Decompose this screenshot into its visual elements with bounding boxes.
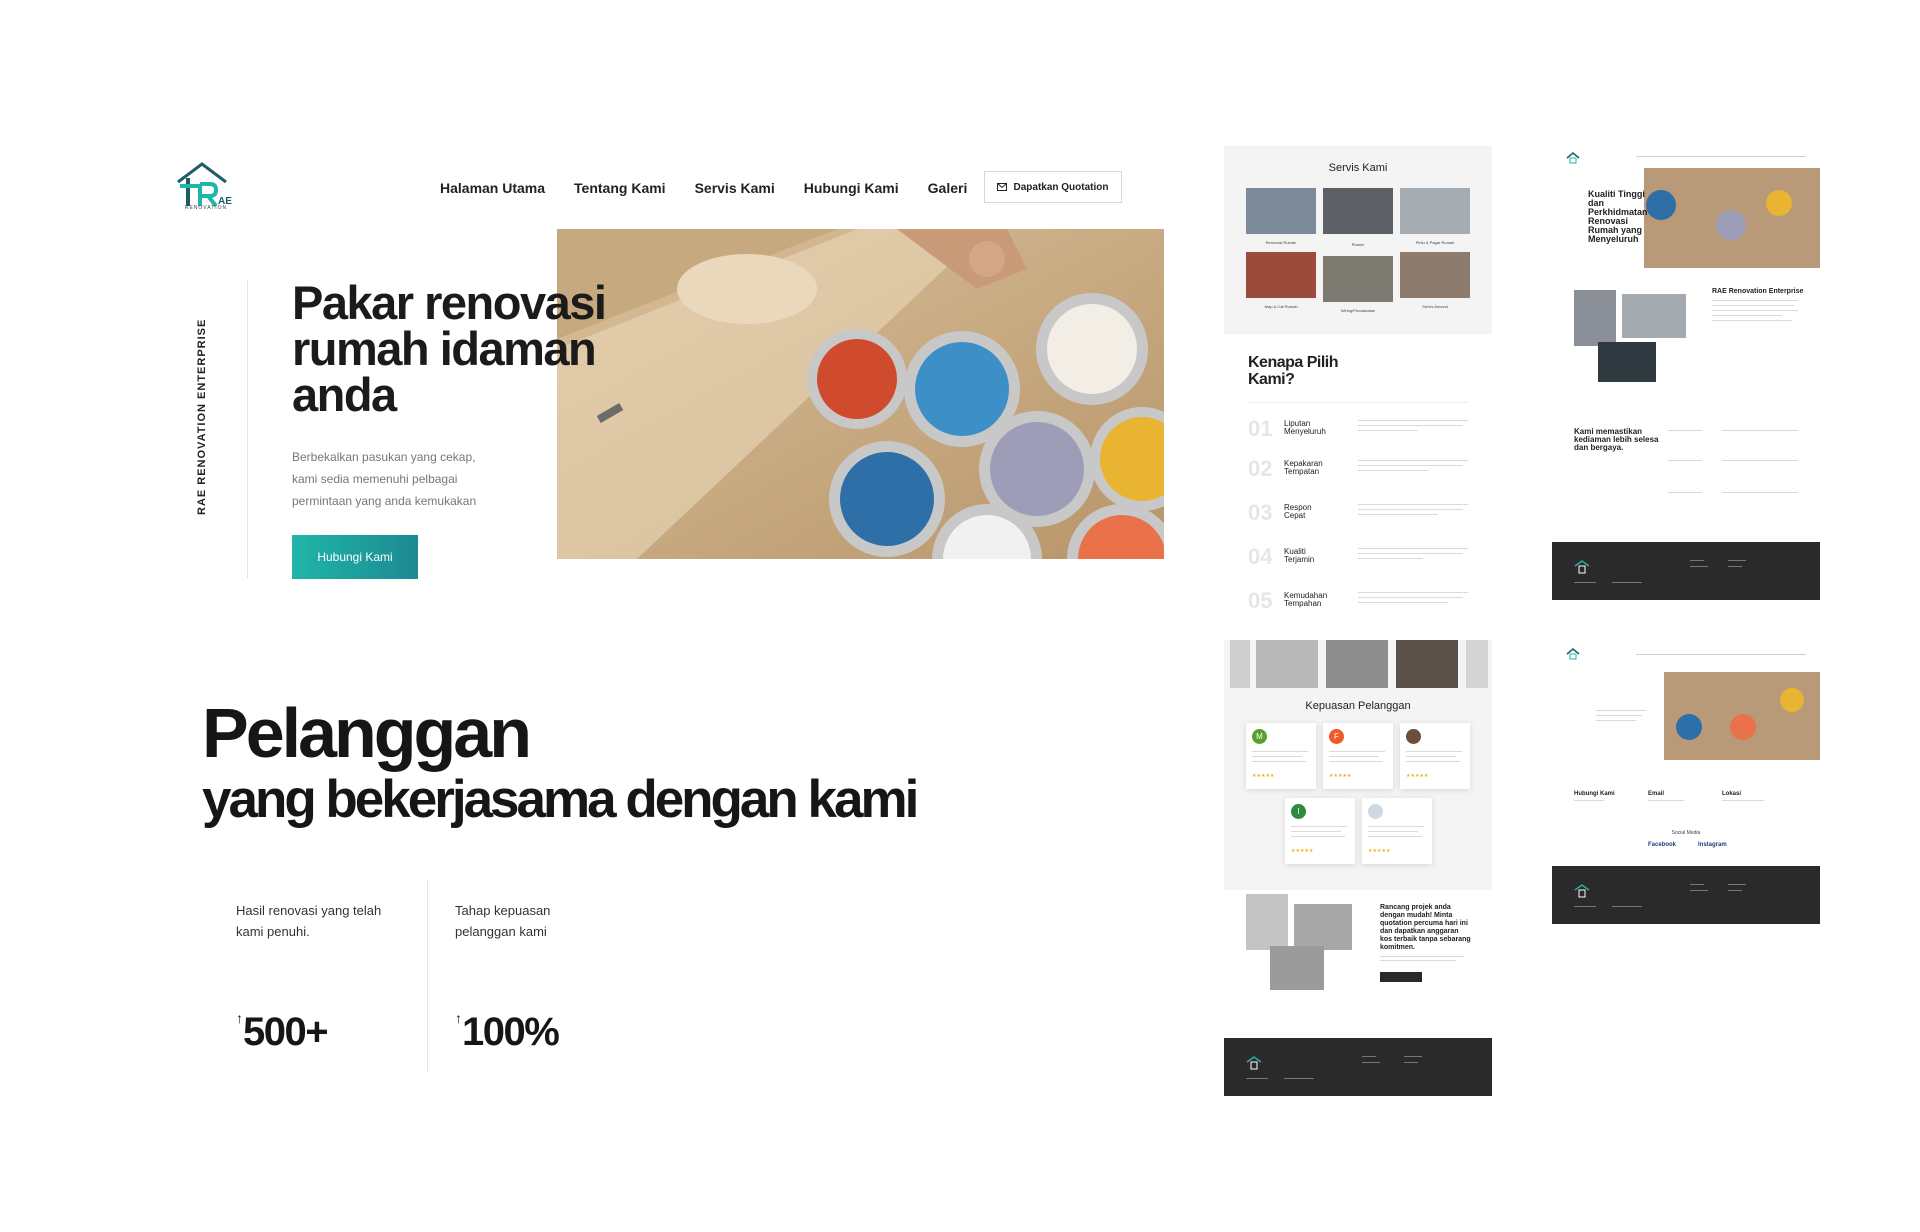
- gallery-image: [1270, 946, 1324, 990]
- company-name: RAE Renovation Enterprise: [1712, 288, 1804, 295]
- quotation-button-label: Dapatkan Quotation: [1013, 181, 1109, 193]
- divider-line: [247, 280, 248, 578]
- mini-footer: [1224, 1038, 1492, 1096]
- rae-logo: [1574, 560, 1590, 574]
- quotation-button[interactable]: Dapatkan Quotation: [984, 171, 1122, 203]
- service-tile-label: Servis Aircond: [1422, 304, 1448, 309]
- gallery-image: [1294, 904, 1352, 950]
- main-nav: Halaman Utama Tentang Kami Servis Kami H…: [440, 180, 967, 196]
- stat-value-satisfaction: 100%: [462, 1010, 560, 1054]
- nav-item-gallery[interactable]: Galeri: [928, 180, 968, 196]
- gallery-image: [1466, 640, 1488, 688]
- rae-logo: [1566, 648, 1580, 660]
- clients-title: Pelanggan: [202, 694, 532, 772]
- stat-value-projects: 500+: [243, 1010, 329, 1054]
- stat-label-projects: Hasil renovasi yang telah kami penuhi.: [236, 903, 382, 939]
- cta-button[interactable]: [1380, 972, 1422, 982]
- stat-satisfaction: ↑ 100%: [455, 1010, 560, 1055]
- rating-stars: ★★★★★: [1291, 848, 1314, 854]
- mini-footer: [1552, 542, 1820, 600]
- avatar: [1406, 729, 1421, 744]
- contact-us-button[interactable]: Hubungi Kami: [292, 535, 418, 579]
- nav-item-home[interactable]: Halaman Utama: [440, 180, 545, 196]
- mini-why-title: Kenapa Pilih Kami?: [1248, 354, 1339, 388]
- service-tile-label: Atap & Cat Rumah: [1264, 304, 1298, 309]
- mini-about-page: Kualiti Tinggi dan Perkhidmatan Renovasi…: [1552, 146, 1820, 542]
- testimonial-card: ★★★★★: [1400, 723, 1470, 789]
- testimonial-card: ★★★★★: [1362, 798, 1432, 864]
- stat-label-satisfaction: Tahap kepuasan pelanggan kami: [455, 903, 551, 939]
- avatar: M: [1252, 729, 1267, 744]
- social-title: Social Media: [1671, 830, 1701, 836]
- about-hero-text: Kualiti Tinggi dan Perkhidmatan Renovasi…: [1588, 189, 1648, 244]
- email-label: Email: [1648, 791, 1665, 797]
- rae-logo: [1566, 152, 1580, 164]
- contact-label: Hubungi Kami: [1574, 791, 1615, 797]
- facebook-link[interactable]: Facebook: [1648, 842, 1676, 848]
- service-tile-label: Plaster: [1351, 242, 1365, 247]
- service-tile-label: Pintu & Pagar Rumah: [1415, 240, 1455, 245]
- testimonial-card: I ★★★★★: [1285, 798, 1355, 864]
- mini-contact-page: Hubungi Kami Email Lokasi Social Media F…: [1552, 644, 1820, 866]
- service-tile: [1400, 188, 1470, 234]
- rating-stars: ★★★★★: [1252, 773, 1275, 779]
- service-tile: [1323, 188, 1393, 234]
- nav-item-contact[interactable]: Hubungi Kami: [804, 180, 899, 196]
- service-tile: [1246, 252, 1316, 298]
- gallery-image: [1326, 640, 1388, 688]
- avatar: F: [1329, 729, 1344, 744]
- logo-subtitle: RENOVATION: [184, 205, 228, 211]
- stat-projects: ↑ 500+: [236, 1010, 329, 1055]
- service-tile-label: Renovasi Rumah: [1265, 240, 1297, 245]
- arrow-up-icon: ↑: [236, 1010, 243, 1026]
- about-image: [1598, 342, 1656, 382]
- location-label: Lokasi: [1722, 791, 1742, 797]
- nav-item-about[interactable]: Tentang Kami: [574, 180, 666, 196]
- divider-line: [1248, 402, 1468, 403]
- gallery-image: [1396, 640, 1458, 688]
- gallery-image: [1256, 640, 1318, 688]
- mini-services-title: Servis Kami: [1328, 162, 1388, 174]
- vertical-brand-label: RAE RENOVATION ENTERPRISE: [196, 318, 208, 515]
- hero-title: Pakar renovasi rumah idaman anda: [292, 276, 607, 421]
- about-image: [1622, 294, 1686, 338]
- service-tile-label: Wiring/Pendawaian: [1340, 308, 1376, 313]
- gallery-image: [1230, 640, 1250, 688]
- arrow-up-icon: ↑: [455, 1010, 462, 1026]
- stat-divider: [427, 880, 428, 1072]
- testimonial-card: F ★★★★★: [1323, 723, 1393, 789]
- service-tile: [1323, 256, 1393, 302]
- about-promise: Kami memastikan kediaman lebih selesa da…: [1574, 427, 1659, 452]
- hero-description: Berbekalkan pasukan yang cekap, kami sed…: [292, 450, 477, 508]
- rae-logo: [1246, 1056, 1262, 1070]
- instagram-link[interactable]: Instagram: [1698, 842, 1727, 848]
- avatar: [1368, 804, 1383, 819]
- rae-logo: [1574, 884, 1590, 898]
- service-tile: [1246, 188, 1316, 234]
- gallery-image: [1246, 894, 1288, 950]
- mini-why-section: Kenapa Pilih Kami? 01 Liputan Menyeluruh …: [1224, 334, 1492, 640]
- clients-subtitle: yang bekerjasama dengan kami: [202, 770, 919, 829]
- mini-services-section: Servis Kami Renovasi Rumah Plaster Pintu…: [1224, 146, 1492, 334]
- rating-stars: ★★★★★: [1329, 773, 1352, 779]
- about-image: [1574, 290, 1616, 346]
- mini-testimonials-section: Kepuasan Pelanggan M ★★★★★ F ★★★★★ ★★★★★…: [1224, 640, 1492, 890]
- mail-icon: [997, 183, 1008, 191]
- rating-stars: ★★★★★: [1368, 848, 1391, 854]
- avatar: I: [1291, 804, 1306, 819]
- testimonial-card: M ★★★★★: [1246, 723, 1316, 789]
- mini-testimonials-title: Kepuasan Pelanggan: [1305, 700, 1411, 712]
- mini-cta-section: Rancang projek anda dengan mudah! Minta …: [1224, 890, 1492, 1040]
- rating-stars: ★★★★★: [1406, 773, 1429, 779]
- mini-footer: [1552, 866, 1820, 924]
- cta-text: Rancang projek anda dengan mudah! Minta …: [1380, 904, 1471, 951]
- nav-item-services[interactable]: Servis Kami: [695, 180, 775, 196]
- service-tile: [1400, 252, 1470, 298]
